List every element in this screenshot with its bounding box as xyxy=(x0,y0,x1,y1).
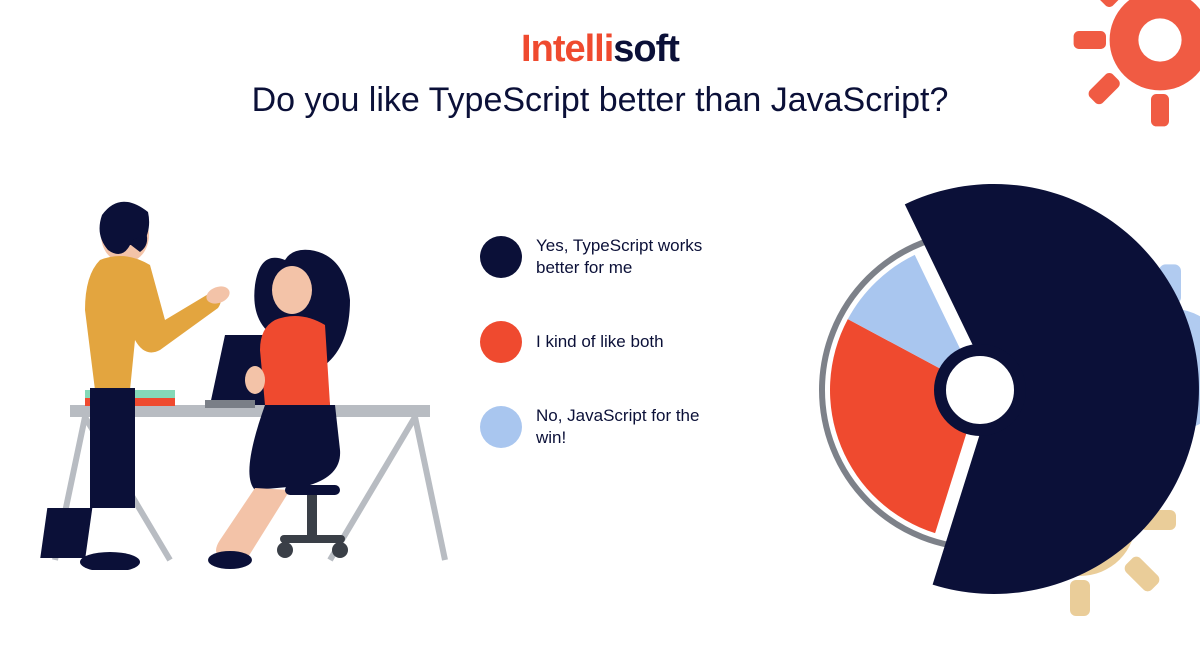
people-illustration xyxy=(30,190,450,570)
legend-item: Yes, TypeScript works better for me xyxy=(480,235,710,279)
legend-item: I kind of like both xyxy=(480,321,710,363)
chart-title: Do you like TypeScript better than JavaS… xyxy=(0,81,1200,120)
brand-accent: Intelli xyxy=(521,28,613,70)
legend-label: Yes, TypeScript works better for me xyxy=(536,235,710,279)
legend-label: I kind of like both xyxy=(536,331,664,353)
legend-item: No, JavaScript for the win! xyxy=(480,405,710,449)
legend-swatch xyxy=(480,236,522,278)
gear-icon xyxy=(1070,0,1200,130)
legend-label: No, JavaScript for the win! xyxy=(536,405,710,449)
legend-swatch xyxy=(480,406,522,448)
pie-chart xyxy=(720,130,1200,650)
brand-rest: soft xyxy=(613,28,679,70)
chart-legend: Yes, TypeScript works better for me I ki… xyxy=(480,235,710,491)
legend-swatch xyxy=(480,321,522,363)
brand-logo: Intellisoft xyxy=(0,0,1200,71)
